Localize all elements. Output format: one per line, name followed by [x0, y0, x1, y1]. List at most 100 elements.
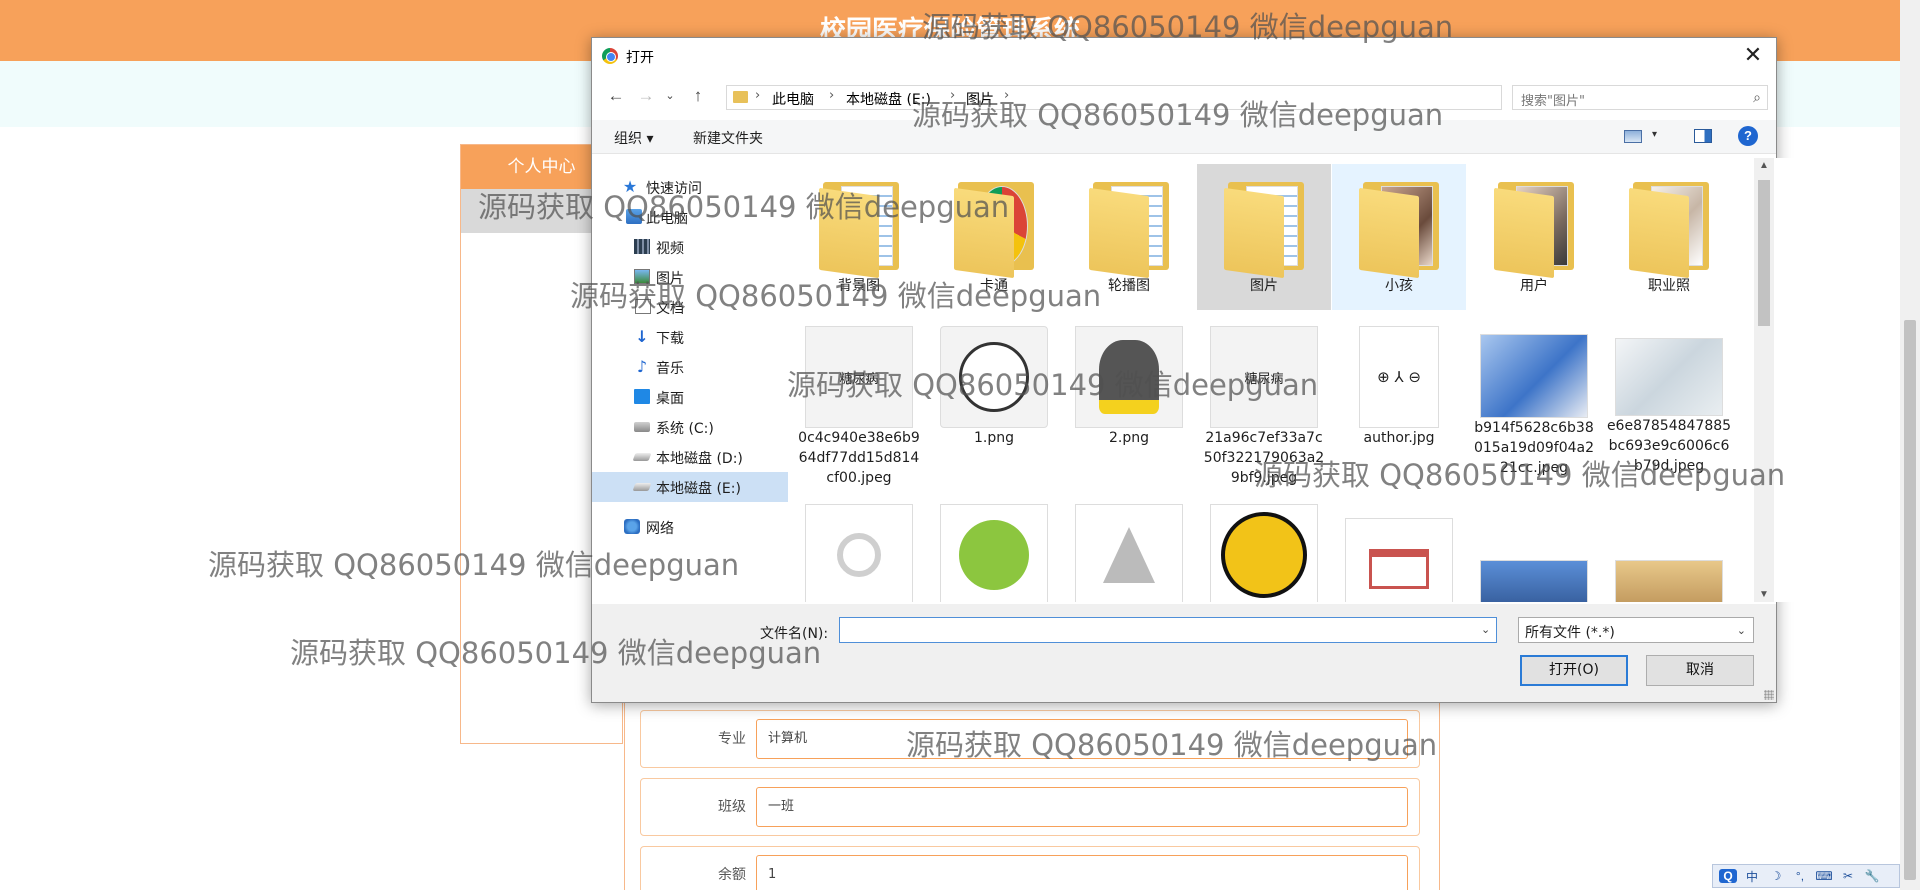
drive-icon [632, 453, 652, 461]
recent-dropdown-icon[interactable]: ⌄ [658, 84, 682, 108]
ime-scissors-icon[interactable]: ✂ [1839, 869, 1857, 883]
nav-item-desktop[interactable]: 桌面 [592, 382, 788, 412]
search-input[interactable]: 搜索"图片" [1521, 90, 1585, 109]
music-icon: ♪ [636, 357, 648, 376]
ime-settings-icon[interactable]: 🔧 [1863, 869, 1881, 883]
file-item[interactable]: ⊕ ⅄ ⊖ author.jpg [1332, 318, 1466, 488]
file-list: 背景图 卡通 轮播图 图片 小孩 用户 职业照 糖尿病 0c4c940e38e6… [790, 158, 1794, 602]
file-name: e6e87854847885bc693e9c6006c6b79d.jpeg [1606, 418, 1732, 474]
folder-item[interactable]: 轮播图 [1062, 164, 1196, 310]
ime-logo-icon[interactable]: Q [1719, 869, 1737, 883]
page-scrollbar[interactable] [1900, 0, 1920, 890]
file-name: 0c4c940e38e6b964df77dd15d814cf00.jpeg [798, 430, 920, 486]
nav-item-label: 桌面 [656, 391, 684, 407]
search-box[interactable]: 搜索"图片" ⌕ [1512, 85, 1768, 110]
organize-menu[interactable]: 组织 ▾ [614, 128, 653, 148]
folder-item[interactable]: 用户 [1467, 164, 1601, 310]
download-icon: ↓ [635, 327, 649, 346]
search-icon[interactable]: ⌕ [1753, 89, 1761, 106]
image-thumbnail [1075, 504, 1183, 602]
chevron-right-icon[interactable]: › [1004, 88, 1009, 103]
balance-label: 余额 [718, 867, 746, 883]
folder-name: 背景图 [838, 278, 880, 294]
nav-item-documents[interactable]: 文档 [592, 292, 788, 322]
preview-pane-icon[interactable] [1694, 129, 1712, 143]
file-item[interactable] [1332, 496, 1466, 602]
file-item[interactable] [1467, 496, 1601, 602]
folder-icon [733, 91, 748, 103]
nav-item-drive-d[interactable]: 本地磁盘 (D:) [592, 442, 788, 472]
ime-punct-icon[interactable]: °, [1791, 869, 1809, 883]
file-item[interactable]: 1.png [927, 318, 1061, 488]
class-input[interactable]: 一班 [756, 787, 1408, 827]
file-item[interactable] [1062, 496, 1196, 602]
view-mode-icon[interactable] [1624, 130, 1642, 143]
breadcrumb-drive-e[interactable]: 本地磁盘 (E:) [846, 89, 931, 109]
class-label: 班级 [718, 799, 746, 815]
form-row-balance: 余额 1 [640, 846, 1420, 890]
folder-item[interactable]: 背景图 [792, 164, 926, 310]
nav-item-music[interactable]: ♪ 音乐 [592, 352, 788, 382]
file-list-scrollbar[interactable]: ▲ ▼ [1754, 158, 1774, 602]
nav-item-downloads[interactable]: ↓ 下载 [592, 322, 788, 352]
file-item[interactable]: 糖尿病 21a96c7ef33a7c50f322179063a29bf9.jpe… [1197, 318, 1331, 488]
ime-keyboard-icon[interactable]: ⌨ [1815, 869, 1833, 883]
folder-item[interactable]: 图片 [1197, 164, 1331, 310]
nav-item-this-pc[interactable]: 此电脑 [592, 202, 788, 232]
file-list-scrollbar-thumb[interactable] [1758, 180, 1770, 326]
image-thumbnail [1210, 504, 1318, 602]
scroll-down-icon[interactable]: ▼ [1759, 589, 1769, 600]
nav-item-videos[interactable]: 视频 [592, 232, 788, 262]
file-item[interactable]: 2.png [1062, 318, 1196, 488]
chevron-down-icon[interactable]: ⌄ [1481, 623, 1490, 636]
scroll-up-icon[interactable]: ▲ [1759, 160, 1769, 171]
page-scrollbar-thumb[interactable] [1904, 320, 1916, 880]
file-item[interactable]: b914f5628c6b38015a19d09f04a221cc.jpeg [1467, 318, 1601, 488]
nav-item-quick-access[interactable]: ★ 快速访问 [592, 172, 788, 202]
address-bar[interactable]: › 此电脑 › 本地磁盘 (E:) › 图片 › ⌄ ↻ [726, 85, 1632, 110]
network-icon [624, 519, 640, 534]
folder-item[interactable]: 卡通 [927, 164, 1061, 310]
nav-item-network[interactable]: 网络 [592, 512, 788, 542]
nav-item-drive-e[interactable]: 本地磁盘 (E:) [592, 472, 788, 502]
dialog-titlebar[interactable]: 打开 ✕ [592, 38, 1776, 72]
nav-item-pictures[interactable]: 图片 [592, 262, 788, 292]
ime-moon-icon[interactable]: ☽ [1767, 869, 1785, 883]
chevron-right-icon[interactable]: › [829, 88, 834, 103]
file-type-select[interactable]: 所有文件 (*.*) ⌄ [1518, 617, 1754, 643]
up-arrow-icon[interactable]: ↑ [686, 84, 710, 108]
view-dropdown-icon[interactable]: ▾ [1652, 129, 1657, 140]
close-button[interactable]: ✕ [1738, 40, 1768, 70]
new-folder-button[interactable]: 新建文件夹 [693, 128, 763, 148]
folder-item[interactable]: 小孩 [1332, 164, 1466, 310]
file-name: 2.png [1108, 430, 1149, 446]
cancel-button[interactable]: 取消 [1646, 655, 1754, 686]
folder-item[interactable]: 职业照 [1602, 164, 1736, 310]
file-name-input[interactable] [839, 617, 1497, 643]
image-thumbnail [1615, 560, 1723, 602]
major-input[interactable]: 计算机 [756, 719, 1408, 759]
file-open-dialog: 打开 ✕ ← → ⌄ ↑ › 此电脑 › 本地磁盘 (E:) › 图片 › ⌄ … [591, 37, 1794, 703]
folder-icon [1355, 178, 1443, 279]
chevron-right-icon[interactable]: › [950, 88, 955, 103]
nav-item-label: 视频 [656, 241, 684, 257]
nav-item-drive-c[interactable]: 系统 (C:) [592, 412, 788, 442]
resize-grip-icon[interactable] [1764, 690, 1774, 700]
image-thumbnail [805, 504, 913, 602]
file-item[interactable] [1197, 496, 1331, 602]
open-button[interactable]: 打开(O) [1520, 655, 1628, 686]
chevron-right-icon[interactable]: › [755, 88, 760, 103]
file-item[interactable] [1602, 496, 1736, 602]
help-icon[interactable]: ? [1738, 126, 1758, 146]
file-item[interactable]: e6e87854847885bc693e9c6006c6b79d.jpeg [1602, 318, 1736, 488]
breadcrumb-pictures[interactable]: 图片 [966, 89, 994, 109]
balance-input[interactable]: 1 [756, 855, 1408, 890]
file-item[interactable] [927, 496, 1061, 602]
file-item[interactable]: 糖尿病 0c4c940e38e6b964df77dd15d814cf00.jpe… [792, 318, 926, 488]
breadcrumb-this-pc[interactable]: 此电脑 [772, 89, 814, 109]
ime-toolbar[interactable]: Q 中 ☽ °, ⌨ ✂ 🔧 [1712, 864, 1900, 888]
ime-lang-toggle[interactable]: 中 [1743, 868, 1761, 885]
forward-arrow-icon[interactable]: → [634, 84, 658, 108]
file-item[interactable] [792, 496, 926, 602]
back-arrow-icon[interactable]: ← [604, 84, 628, 108]
